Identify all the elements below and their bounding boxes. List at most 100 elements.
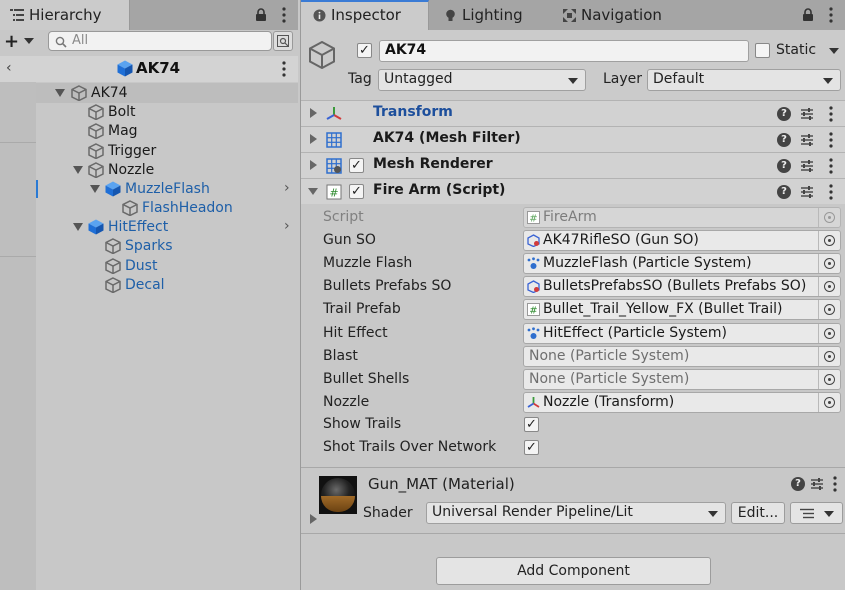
- object-picker-button[interactable]: [818, 231, 840, 250]
- tree-item-hiteffect[interactable]: HitEffect ›: [36, 217, 298, 237]
- scene-kebab-icon[interactable]: [281, 61, 287, 77]
- static-checkbox[interactable]: [755, 43, 770, 58]
- component-fire-arm-script[interactable]: # ✓ Fire Arm (Script) ?: [301, 178, 845, 204]
- tab-navigation[interactable]: Navigation: [551, 0, 681, 30]
- tree-item-sparks[interactable]: Sparks: [36, 236, 298, 256]
- foldout-arrow-icon[interactable]: [310, 160, 317, 170]
- help-icon[interactable]: ?: [791, 477, 805, 491]
- foldout-arrow-icon[interactable]: [310, 108, 317, 118]
- component-kebab-icon[interactable]: [828, 158, 834, 174]
- object-picker-button[interactable]: [818, 324, 840, 343]
- expand-arrow-icon[interactable]: [55, 89, 65, 97]
- presets-icon[interactable]: [810, 476, 824, 492]
- component-enabled-checkbox[interactable]: ✓: [349, 158, 364, 173]
- shader-options-button[interactable]: [790, 502, 843, 524]
- bullets-prefabs-so-field[interactable]: BulletsPrefabsSO (Bullets Prefabs SO): [523, 276, 841, 297]
- add-component-button[interactable]: Add Component: [436, 557, 711, 585]
- hierarchy-toolbar: + All: [0, 30, 298, 54]
- kebab-menu-icon[interactable]: [828, 7, 834, 23]
- active-checkbox[interactable]: ✓: [357, 43, 372, 58]
- presets-icon[interactable]: [800, 106, 814, 122]
- help-icon[interactable]: ?: [777, 159, 791, 173]
- tree-item-trigger[interactable]: Trigger: [36, 141, 298, 161]
- tab-inspector-label: Inspector: [331, 6, 401, 24]
- hit-effect-field[interactable]: HitEffect (Particle System): [523, 323, 841, 344]
- back-chevron-icon[interactable]: ‹: [6, 60, 12, 76]
- component-kebab-icon[interactable]: [828, 184, 834, 200]
- tab-inspector[interactable]: Inspector: [301, 0, 429, 30]
- open-prefab-chevron-icon[interactable]: ›: [284, 218, 290, 234]
- inspector-tabbar: Inspector Lighting Navigation: [301, 0, 845, 30]
- bullet-shells-field[interactable]: None (Particle System): [523, 369, 841, 390]
- kebab-menu-icon[interactable]: [281, 7, 287, 23]
- component-title: AK74 (Mesh Filter): [373, 130, 521, 146]
- field-label-gun-so: Gun SO: [323, 232, 376, 248]
- field-value: None (Particle System): [529, 348, 690, 364]
- show-trails-checkbox[interactable]: ✓: [524, 417, 539, 432]
- open-prefab-chevron-icon[interactable]: ›: [284, 180, 290, 196]
- tree-item-muzzleflash[interactable]: MuzzleFlash ›: [36, 179, 298, 199]
- hierarchy-search-input[interactable]: All: [48, 31, 272, 51]
- tab-hierarchy[interactable]: Hierarchy: [0, 0, 130, 30]
- nozzle-field[interactable]: Nozzle (Transform): [523, 392, 841, 413]
- shot-trails-over-network-checkbox[interactable]: ✓: [524, 440, 539, 455]
- tree-item-ak74[interactable]: AK74: [36, 83, 298, 103]
- tree-item-nozzle[interactable]: Nozzle: [36, 160, 298, 180]
- object-picker-button[interactable]: [818, 347, 840, 366]
- object-picker-button[interactable]: [818, 277, 840, 296]
- help-icon[interactable]: ?: [777, 185, 791, 199]
- expand-arrow-icon[interactable]: [73, 223, 83, 231]
- expand-arrow-icon[interactable]: [90, 185, 100, 193]
- foldout-arrow-icon[interactable]: [310, 134, 317, 144]
- tree-item-dust[interactable]: Dust: [36, 256, 298, 276]
- object-name-input[interactable]: AK74: [379, 40, 749, 62]
- object-picker-button[interactable]: [818, 370, 840, 389]
- component-kebab-icon[interactable]: [828, 132, 834, 148]
- tree-item-bolt[interactable]: Bolt: [36, 102, 298, 122]
- tag-dropdown[interactable]: Untagged: [378, 69, 586, 91]
- transform-axes-icon: [326, 107, 342, 120]
- svg-text:#: #: [529, 214, 537, 225]
- tree-item-label: MuzzleFlash: [125, 181, 210, 197]
- help-icon[interactable]: ?: [777, 107, 791, 121]
- tree-item-flashheadon[interactable]: FlashHeadon: [36, 198, 298, 218]
- layer-dropdown[interactable]: Default: [647, 69, 841, 91]
- lock-icon[interactable]: [255, 8, 267, 22]
- static-dropdown-icon[interactable]: [829, 48, 839, 54]
- gutter-divider: [0, 256, 36, 257]
- presets-icon[interactable]: [800, 132, 814, 148]
- object-picker-button[interactable]: [818, 393, 840, 412]
- add-object-button[interactable]: +: [4, 33, 19, 51]
- shader-dropdown[interactable]: Universal Render Pipeline/Lit: [426, 502, 726, 524]
- gun-so-field[interactable]: AK47RifleSO (Gun SO): [523, 230, 841, 251]
- presets-icon[interactable]: [800, 184, 814, 200]
- tab-lighting[interactable]: Lighting: [431, 0, 549, 30]
- expand-arrow-icon[interactable]: [73, 166, 83, 174]
- lock-icon[interactable]: [802, 8, 814, 22]
- search-mode-button[interactable]: [273, 31, 293, 51]
- trail-prefab-field[interactable]: # Bullet_Trail_Yellow_FX (Bullet Trail): [523, 299, 841, 320]
- add-object-dropdown-icon[interactable]: [24, 38, 34, 44]
- component-mesh-filter[interactable]: AK74 (Mesh Filter) ?: [301, 126, 845, 152]
- gameobject-cube-icon: [88, 143, 104, 159]
- component-transform[interactable]: Transform ?: [301, 100, 845, 126]
- blast-field[interactable]: None (Particle System): [523, 346, 841, 367]
- muzzle-flash-field[interactable]: MuzzleFlash (Particle System): [523, 253, 841, 274]
- component-mesh-renderer[interactable]: ✓ Mesh Renderer ?: [301, 152, 845, 178]
- tree-item-mag[interactable]: Mag: [36, 121, 298, 141]
- target-icon: [824, 235, 835, 246]
- inspector-panel: Inspector Lighting Navigation ✓ AK74 Sta…: [300, 0, 845, 590]
- presets-icon[interactable]: [800, 158, 814, 174]
- edit-shader-button[interactable]: Edit...: [731, 502, 785, 524]
- foldout-arrow-icon[interactable]: [308, 188, 318, 195]
- help-icon[interactable]: ?: [777, 133, 791, 147]
- field-label-muzzle-flash: Muzzle Flash: [323, 255, 413, 271]
- component-enabled-checkbox[interactable]: ✓: [349, 184, 364, 199]
- material-kebab-icon[interactable]: [832, 476, 838, 492]
- tree-item-decal[interactable]: Decal: [36, 275, 298, 295]
- gameobject-cube-icon: [71, 85, 87, 101]
- object-picker-button[interactable]: [818, 300, 840, 319]
- foldout-arrow-icon[interactable]: [310, 514, 317, 524]
- component-kebab-icon[interactable]: [828, 106, 834, 122]
- object-picker-button[interactable]: [818, 254, 840, 273]
